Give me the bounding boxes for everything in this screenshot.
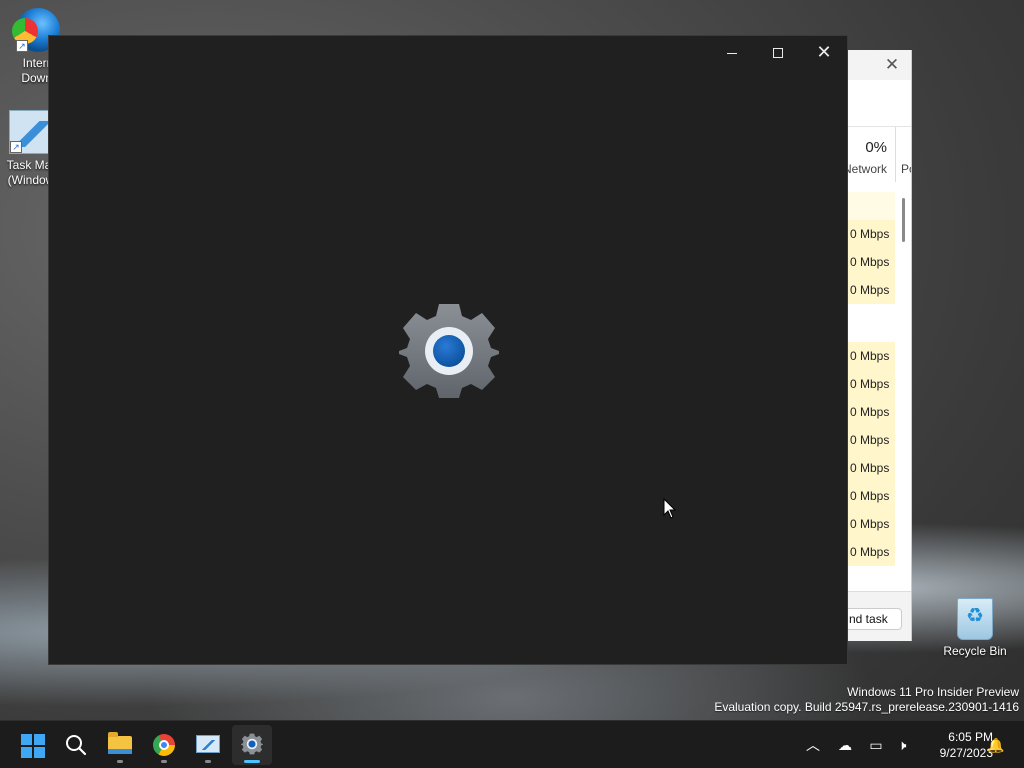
process-list[interactable]: 0 Mbps 0 Mbps 0 Mbps 0 Mbps 0 Mbps 0 Mbp… xyxy=(848,192,895,566)
search-button[interactable] xyxy=(56,725,96,765)
notification-bell-icon[interactable]: 🔔 xyxy=(986,735,1006,755)
table-row[interactable]: 0 Mbps xyxy=(848,482,895,510)
volume-muted-icon[interactable]: 🕨 xyxy=(892,735,912,755)
shortcut-arrow-icon: ↗ xyxy=(10,141,22,153)
running-indicator xyxy=(161,760,167,763)
task-manager-footer: nd task xyxy=(848,591,911,641)
table-row[interactable]: 0 Mbps xyxy=(848,510,895,538)
settings-accent-dot xyxy=(433,335,465,367)
clock-time: 6:05 PM xyxy=(948,730,993,744)
table-row[interactable]: 0 Mbps xyxy=(848,426,895,454)
table-row[interactable]: 0 Mbps xyxy=(848,220,895,248)
table-row[interactable] xyxy=(848,192,895,220)
windows-logo-icon xyxy=(21,734,45,758)
search-icon xyxy=(66,735,87,756)
taskbar-task-manager[interactable] xyxy=(188,725,228,765)
windows-watermark: Windows 11 Pro Insider Preview Evaluatio… xyxy=(714,685,1019,715)
settings-gear-icon xyxy=(399,304,499,398)
clock-date: 9/27/2023 xyxy=(939,746,993,760)
taskbar-file-explorer[interactable] xyxy=(100,725,140,765)
folder-icon xyxy=(108,732,132,754)
close-icon: ✕ xyxy=(816,42,832,62)
task-manager-titlebar[interactable]: ✕ xyxy=(848,50,911,80)
recycle-bin-label: Recycle Bin xyxy=(943,644,1007,658)
task-manager-icon: ↗ xyxy=(9,110,53,154)
table-row[interactable]: 0 Mbps xyxy=(848,342,895,370)
table-row[interactable]: 0 Mbps xyxy=(848,454,895,482)
settings-gear-icon xyxy=(241,733,263,755)
watermark-line1: Windows 11 Pro Insider Preview xyxy=(847,685,1019,699)
desktop-icon-recycle-bin[interactable]: ♻ Recycle Bin xyxy=(942,598,1008,659)
recycle-bin-icon: ♻ xyxy=(957,598,993,640)
taskbar-chrome[interactable] xyxy=(144,725,184,765)
taskbar: ︿ ☁ ▭ 🕨 6:05 PM 9/27/2023 🔔 xyxy=(0,720,1024,768)
mouse-cursor-icon xyxy=(663,498,677,519)
task-manager-window[interactable]: ✕ 0% Network Po 0 Mbps 0 Mbps 0 Mbps 0 M… xyxy=(848,50,912,641)
settings-window[interactable]: ✕ xyxy=(48,35,848,665)
show-hidden-icons-chevron-up-icon[interactable]: ︿ xyxy=(803,735,823,755)
start-button[interactable] xyxy=(12,725,52,765)
column-divider xyxy=(895,127,896,182)
network-column-header[interactable]: Network xyxy=(848,162,887,176)
table-row[interactable]: 0 Mbps xyxy=(848,248,895,276)
running-indicator xyxy=(205,760,211,763)
minimize-button[interactable] xyxy=(709,36,755,68)
close-button[interactable]: ✕ xyxy=(801,36,847,68)
minimize-icon xyxy=(727,52,737,54)
column-header[interactable]: 0% Network Po xyxy=(848,127,911,182)
maximize-icon xyxy=(773,48,783,59)
power-column-header[interactable]: Po xyxy=(901,162,911,176)
scrollbar[interactable] xyxy=(902,198,905,242)
onedrive-cloud-icon[interactable]: ☁ xyxy=(835,735,855,755)
maximize-button[interactable] xyxy=(755,36,801,68)
table-row[interactable]: 0 Mbps xyxy=(848,370,895,398)
task-manager-icon xyxy=(196,735,220,753)
table-row[interactable]: 0 Mbps xyxy=(848,276,895,304)
running-indicator xyxy=(117,760,123,763)
display-icon[interactable]: ▭ xyxy=(866,735,886,755)
table-row[interactable]: 0 Mbps xyxy=(848,538,895,566)
watermark-line2: Evaluation copy. Build 25947.rs_prerelea… xyxy=(714,700,1019,714)
chrome-icon xyxy=(153,734,175,756)
clock[interactable]: 6:05 PM 9/27/2023 xyxy=(921,729,993,761)
close-icon[interactable]: ✕ xyxy=(882,55,902,75)
table-row[interactable] xyxy=(848,304,895,342)
active-indicator xyxy=(244,760,260,763)
task-manager-toolbar xyxy=(848,80,911,127)
network-percent: 0% xyxy=(865,139,887,156)
taskbar-settings[interactable] xyxy=(232,725,272,765)
shortcut-arrow-icon: ↗ xyxy=(16,40,28,52)
end-task-button[interactable]: nd task xyxy=(848,608,902,630)
table-row[interactable]: 0 Mbps xyxy=(848,398,895,426)
